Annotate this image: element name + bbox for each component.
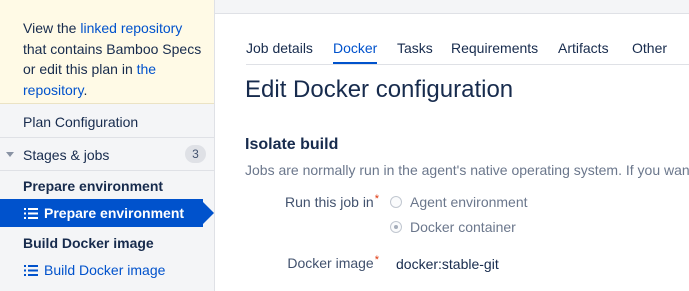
tab-docker[interactable]: Docker <box>333 40 378 64</box>
radio-button-checked[interactable] <box>390 221 402 233</box>
required-marker: * <box>374 254 379 266</box>
stages-and-jobs-label: Stages & jobs <box>23 147 110 163</box>
stage-title-prepare-environment: Prepare environment <box>23 178 164 194</box>
notice-text-2: that contains Bamboo Specs or edit this … <box>23 40 202 78</box>
notice-text-3: . <box>83 81 88 98</box>
radio-button[interactable] <box>390 196 402 208</box>
section-title: Isolate build <box>245 136 339 153</box>
list-icon <box>24 208 38 219</box>
tab-tasks[interactable]: Tasks <box>397 40 433 56</box>
docker-image-value[interactable]: docker:stable-git <box>396 256 499 272</box>
tab-other[interactable]: Other <box>632 40 667 56</box>
plan-configuration-link[interactable]: Plan Configuration <box>0 105 214 138</box>
required-marker: * <box>374 193 379 205</box>
page-title: Edit Docker configuration <box>245 76 514 103</box>
job-label: Prepare environment <box>44 205 185 221</box>
stages-and-jobs-toggle[interactable]: Stages & jobs 3 <box>0 138 214 171</box>
list-icon <box>24 265 38 276</box>
tab-job-details[interactable]: Job details <box>246 40 313 56</box>
radio-label: Agent environment <box>410 194 528 210</box>
section-description: Jobs are normally run in the agent's nat… <box>245 162 689 178</box>
docker-image-label: Docker image* <box>287 254 379 271</box>
run-job-in-text: Run this job in <box>285 194 374 210</box>
stages-count-badge: 3 <box>185 145 206 163</box>
radio-label: Docker container <box>410 219 516 235</box>
stage-title-build-docker-image: Build Docker image <box>23 235 154 251</box>
job-item-prepare-environment[interactable]: Prepare environment <box>0 199 214 227</box>
tabs-divider <box>246 64 689 65</box>
notice-text-1: View the <box>23 20 81 36</box>
job-item-build-docker-image[interactable]: Build Docker image <box>0 259 203 283</box>
tab-artifacts[interactable]: Artifacts <box>558 40 609 56</box>
tab-requirements[interactable]: Requirements <box>451 40 538 56</box>
plan-configuration-label: Plan Configuration <box>23 114 139 130</box>
docker-image-text: Docker image <box>287 255 374 271</box>
linked-repository-link[interactable]: linked repository <box>80 20 182 36</box>
job-label: Build Docker image <box>44 262 166 278</box>
chevron-down-icon <box>6 152 14 157</box>
sidebar: View the linked repository that contains… <box>0 0 215 291</box>
run-job-in-label: Run this job in* <box>285 193 379 210</box>
specs-notice: View the linked repository that contains… <box>0 0 214 104</box>
top-header-strip <box>214 0 689 14</box>
